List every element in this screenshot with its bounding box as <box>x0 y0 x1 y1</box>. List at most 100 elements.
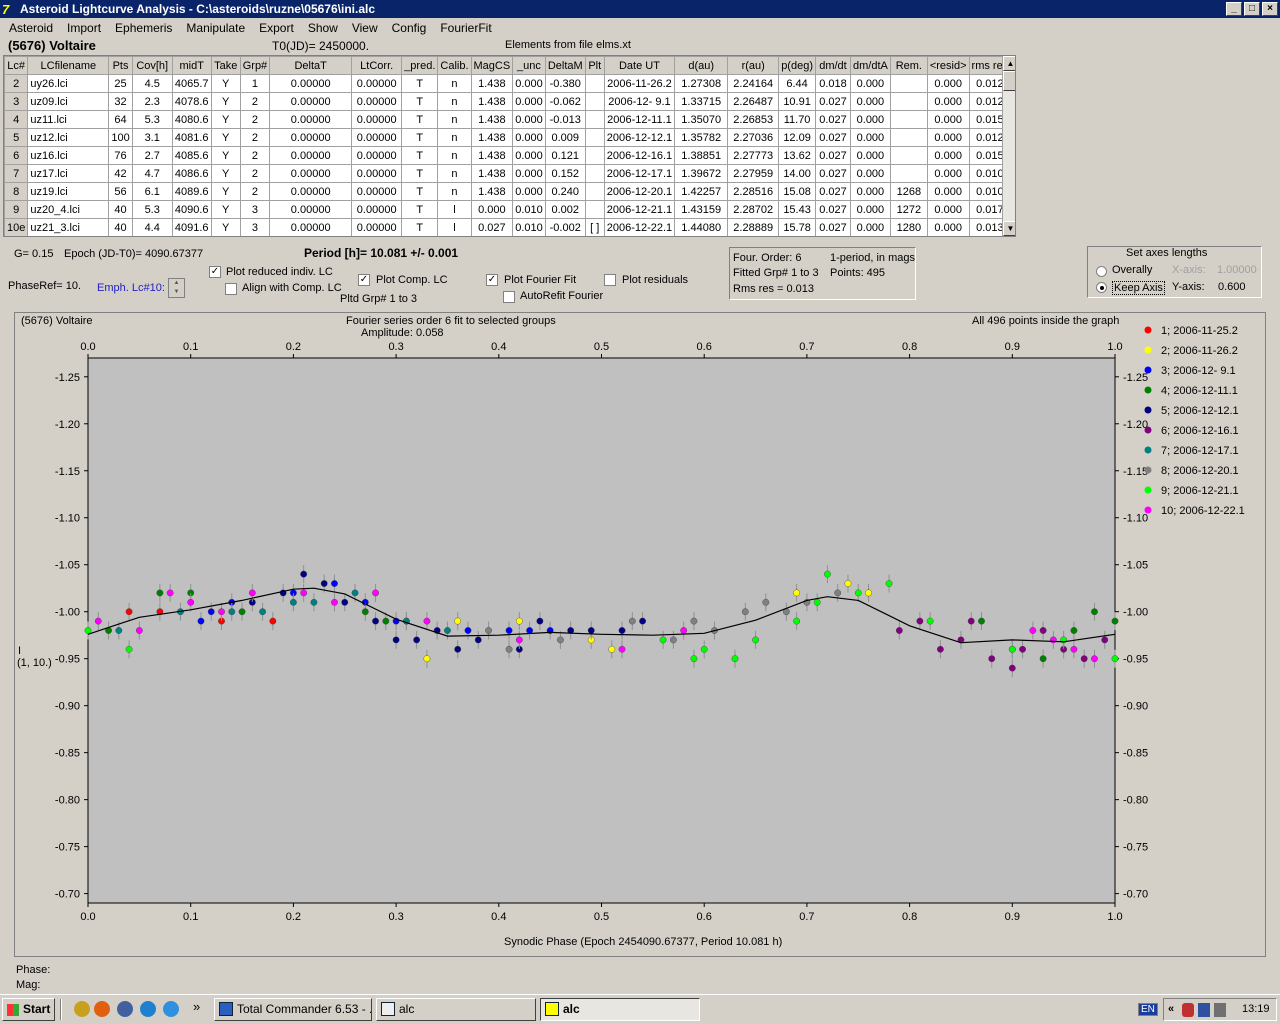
table-cell[interactable]: 0.027 <box>814 218 851 236</box>
table-cell[interactable]: 0.027 <box>814 146 851 165</box>
lightcurve-plot[interactable]: 0.0 0.0 0.1 0.1 0.2 0.2 0.3 0.3 0.4 0.4 0.5 0.5 0.6 0… <box>15 313 1265 956</box>
table-cell[interactable]: 1 <box>239 74 271 93</box>
table-cell[interactable]: uz11.lci <box>27 110 110 129</box>
column-header[interactable]: Date UT <box>603 56 676 75</box>
table-cell[interactable]: 2.26853 <box>727 110 780 129</box>
table-cell[interactable]: 13.62 <box>778 146 816 165</box>
table-cell[interactable]: 0.240 <box>544 182 586 201</box>
column-header[interactable]: Cov[h] <box>131 56 173 75</box>
quicklaunch-more-icon[interactable]: » <box>193 999 200 1014</box>
table-cell[interactable]: 0.00000 <box>351 74 403 93</box>
table-cell[interactable]: 0.018 <box>814 74 851 93</box>
table-cell[interactable]: -0.062 <box>544 92 586 111</box>
table-cell[interactable]: T <box>401 200 439 219</box>
column-header[interactable]: d(au) <box>674 56 729 75</box>
table-cell[interactable]: l <box>437 218 472 236</box>
table-cell[interactable]: 40 <box>108 218 133 236</box>
table-row[interactable]: 5 uz12.lci 100 3.1 4081.6 Y 2 0.00000 0.00000 Tn 1… <box>4 128 1012 147</box>
table-cell[interactable]: 0.00000 <box>351 128 403 147</box>
column-header[interactable]: DeltaM <box>544 56 586 75</box>
table-cell[interactable]: 0.000 <box>512 92 546 111</box>
table-cell[interactable]: 2.27959 <box>727 164 780 183</box>
table-cell[interactable]: 2006-12-12.1 <box>603 128 676 147</box>
table-cell[interactable]: 2006-12-11.1 <box>603 110 676 129</box>
table-row[interactable]: 7 uz17.lci 42 4.7 4086.6 Y 2 0.00000 0.00000 Tn 1.… <box>4 164 1012 183</box>
column-header[interactable]: DeltaT <box>269 56 353 75</box>
table-cell[interactable]: 5.3 <box>131 200 173 219</box>
table-cell[interactable]: 1.35782 <box>674 128 729 147</box>
table-cell[interactable]: 4080.6 <box>171 110 212 129</box>
menu-show[interactable]: Show <box>301 19 345 37</box>
table-cell[interactable]: 2.28516 <box>727 182 780 201</box>
table-cell[interactable]: 2 <box>239 182 271 201</box>
table-cell[interactable]: 0.027 <box>814 164 851 183</box>
table-cell[interactable]: Y <box>210 92 241 111</box>
column-header[interactable]: _pred. <box>401 56 439 75</box>
table-cell[interactable]: 11.70 <box>778 110 816 129</box>
table-cell[interactable]: 1.38851 <box>674 146 729 165</box>
table-cell[interactable]: 1.44080 <box>674 218 729 236</box>
table-cell[interactable]: 0.010 <box>512 218 546 236</box>
column-header[interactable]: Lc# <box>4 56 29 75</box>
table-cell[interactable]: 4091.6 <box>171 218 212 236</box>
task-total-commander[interactable]: Total Commander 6.53 - ... <box>214 998 372 1021</box>
table-cell[interactable]: Y <box>210 110 241 129</box>
table-cell[interactable]: 6.44 <box>778 74 816 93</box>
table-cell[interactable]: 0.000 <box>926 182 970 201</box>
table-cell[interactable]: 76 <box>108 146 133 165</box>
plot-comp-checkbox[interactable]: ✓ <box>358 274 370 286</box>
overally-radio[interactable] <box>1096 266 1107 277</box>
menu-fourierfit[interactable]: FourierFit <box>433 19 498 37</box>
table-cell[interactable]: 1.39672 <box>674 164 729 183</box>
table-cell[interactable]: 1.43159 <box>674 200 729 219</box>
quicklaunch-ie-icon[interactable] <box>163 1001 179 1017</box>
table-cell[interactable]: 0.000 <box>512 164 546 183</box>
table-cell[interactable]: 2 <box>239 146 271 165</box>
task-alc-2[interactable]: alc <box>540 998 700 1021</box>
table-cell[interactable]: 0.027 <box>814 92 851 111</box>
table-cell[interactable]: 4078.6 <box>171 92 212 111</box>
table-cell[interactable]: 2006-12-16.1 <box>603 146 676 165</box>
table-cell[interactable]: 2 <box>239 128 271 147</box>
table-cell[interactable]: 2.27773 <box>727 146 780 165</box>
keep-axis-radio[interactable] <box>1096 282 1107 293</box>
table-cell[interactable]: 3 <box>239 200 271 219</box>
table-cell[interactable]: 2 <box>239 110 271 129</box>
table-cell[interactable]: 1.438 <box>470 164 514 183</box>
column-header[interactable]: MagCS <box>470 56 514 75</box>
table-cell[interactable]: 1.438 <box>470 146 514 165</box>
table-cell[interactable]: 4089.6 <box>171 182 212 201</box>
table-cell[interactable]: T <box>401 92 439 111</box>
table-cell[interactable]: 1.27308 <box>674 74 729 93</box>
column-header[interactable]: LtCorr. <box>351 56 403 75</box>
table-cell[interactable]: 0.00000 <box>351 200 403 219</box>
table-cell[interactable]: 1280 <box>889 218 928 236</box>
table-cell[interactable]: Y <box>210 200 241 219</box>
row-header[interactable]: 5 <box>4 128 29 147</box>
row-header[interactable]: 4 <box>4 110 29 129</box>
row-header[interactable]: 2 <box>4 74 29 93</box>
table-cell[interactable] <box>584 146 605 165</box>
table-cell[interactable]: 0.00000 <box>269 164 353 183</box>
table-cell[interactable]: 0.000 <box>926 164 970 183</box>
table-cell[interactable]: 0.000 <box>926 92 970 111</box>
table-cell[interactable]: 2 <box>239 164 271 183</box>
start-button[interactable]: Start <box>2 998 55 1021</box>
table-cell[interactable]: 1272 <box>889 200 928 219</box>
table-cell[interactable]: 2.7 <box>131 146 173 165</box>
menu-asteroid[interactable]: Asteroid <box>2 19 60 37</box>
plot-reduced-checkbox[interactable]: ✓ <box>209 266 221 278</box>
table-cell[interactable]: T <box>401 182 439 201</box>
table-cell[interactable]: 4.4 <box>131 218 173 236</box>
table-cell[interactable]: 0.000 <box>470 200 514 219</box>
table-cell[interactable]: uz21_3.lci <box>27 218 110 236</box>
table-cell[interactable]: 0.152 <box>544 164 586 183</box>
table-cell[interactable]: 0.027 <box>814 200 851 219</box>
table-cell[interactable] <box>889 128 928 147</box>
column-header[interactable]: LCfilename <box>27 56 110 75</box>
table-cell[interactable]: [ ] <box>584 218 605 236</box>
column-header[interactable]: <resid> <box>926 56 970 75</box>
table-cell[interactable] <box>584 164 605 183</box>
table-cell[interactable]: 0.027 <box>814 128 851 147</box>
table-cell[interactable]: 2.28702 <box>727 200 780 219</box>
